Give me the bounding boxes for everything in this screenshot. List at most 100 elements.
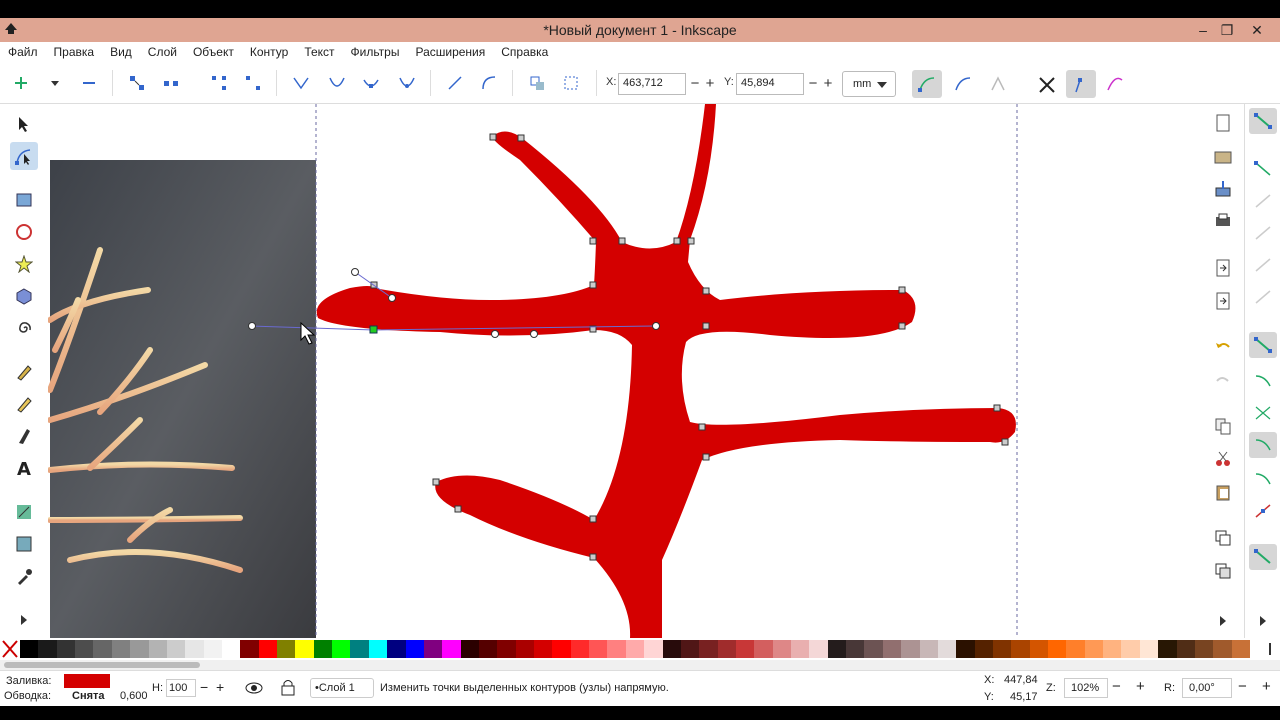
palette-swatch[interactable]	[791, 640, 810, 658]
palette-swatch[interactable]	[919, 640, 939, 658]
palette-swatch[interactable]	[38, 640, 58, 658]
palette-swatch[interactable]	[203, 640, 223, 658]
drawing-canvas[interactable]	[48, 104, 1188, 638]
menu-edit[interactable]: Правка	[46, 45, 103, 59]
symmetric-node-icon[interactable]	[360, 72, 382, 94]
gradient-tool-icon[interactable]	[10, 498, 38, 526]
delete-node-icon[interactable]	[78, 72, 100, 94]
palette-swatch[interactable]	[478, 640, 498, 658]
palette-swatch[interactable]	[1139, 640, 1159, 658]
undo-icon[interactable]	[1212, 336, 1234, 358]
new-document-icon[interactable]	[1212, 112, 1234, 134]
y-decrement-button[interactable]: −	[805, 73, 821, 95]
palette-scroll-icon[interactable]	[1264, 641, 1276, 657]
palette-swatch[interactable]	[442, 640, 462, 658]
show-transform-handles-toggle[interactable]	[1032, 70, 1062, 98]
palette-swatch[interactable]	[937, 640, 957, 658]
scrollbar-thumb[interactable]	[4, 662, 200, 668]
snap-intersections-icon[interactable]	[1249, 400, 1277, 426]
segment-line-icon[interactable]	[444, 72, 466, 94]
menu-text[interactable]: Текст	[296, 45, 342, 59]
palette-swatch[interactable]	[974, 640, 994, 658]
cusp-node-icon[interactable]	[290, 72, 312, 94]
break-path-icon[interactable]	[160, 72, 182, 94]
palette-swatch[interactable]	[827, 640, 847, 658]
palette-swatch[interactable]	[534, 640, 553, 658]
snap-bbox-corners-icon[interactable]	[1249, 220, 1277, 246]
opacity-input[interactable]: 100	[166, 679, 196, 697]
join-segment-icon[interactable]	[208, 72, 230, 94]
y-coordinate-input[interactable]: 45,894	[736, 73, 804, 95]
snap-enable-icon[interactable]	[1249, 108, 1277, 134]
smooth-node-icon[interactable]	[326, 72, 348, 94]
stroke-value[interactable]: Снята	[72, 690, 105, 702]
text-tool-icon[interactable]: A	[10, 454, 38, 482]
palette-swatch[interactable]	[295, 640, 315, 658]
palette-swatch[interactable]	[607, 640, 627, 658]
palette-swatch[interactable]	[313, 640, 333, 658]
palette-swatch[interactable]	[864, 640, 884, 658]
snap-bbox-edges-icon[interactable]	[1249, 188, 1277, 214]
toolbox-more-icon[interactable]	[10, 606, 38, 634]
maximize-button[interactable]: ❐	[1214, 20, 1240, 40]
palette-swatch[interactable]	[1103, 640, 1122, 658]
palette-swatch[interactable]	[1048, 640, 1067, 658]
paste-icon[interactable]	[1212, 481, 1234, 503]
palette-swatch[interactable]	[552, 640, 572, 658]
rotation-increment-button[interactable]: +	[1262, 678, 1271, 695]
calligraphy-tool-icon[interactable]	[10, 422, 38, 450]
palette-swatch[interactable]	[111, 640, 131, 658]
menu-extensions[interactable]: Расширения	[407, 45, 493, 59]
palette-swatch[interactable]	[221, 640, 241, 658]
show-handles-toggle[interactable]	[912, 70, 942, 98]
join-nodes-icon[interactable]	[126, 72, 148, 94]
palette-swatch[interactable]	[350, 640, 370, 658]
zoom-input[interactable]: 102%	[1064, 678, 1108, 698]
palette-swatch[interactable]	[882, 640, 902, 658]
palette-swatch[interactable]	[56, 640, 76, 658]
palette-swatch[interactable]	[1121, 640, 1141, 658]
snap-nodes-icon[interactable]	[1249, 332, 1277, 358]
palette-swatch[interactable]	[901, 640, 921, 658]
palette-swatch[interactable]	[185, 640, 205, 658]
palette-swatch[interactable]	[497, 640, 517, 658]
pencil-tool-icon[interactable]	[10, 390, 38, 418]
palette-swatch[interactable]	[1029, 640, 1049, 658]
horizontal-scrollbar[interactable]	[0, 660, 1280, 670]
snap-smooth-nodes-icon[interactable]	[1249, 466, 1277, 492]
palette-swatch[interactable]	[809, 640, 829, 658]
snap-paths-icon[interactable]	[1249, 368, 1277, 394]
palette-swatch[interactable]	[75, 640, 94, 658]
mesh-tool-icon[interactable]	[10, 530, 38, 558]
rotation-input[interactable]: 0,00°	[1182, 678, 1232, 698]
fill-swatch[interactable]	[64, 674, 110, 688]
x-coordinate-input[interactable]: 463,712	[618, 73, 686, 95]
cut-icon[interactable]	[1212, 448, 1234, 470]
snap-cusp-nodes-icon[interactable]	[1249, 432, 1277, 458]
palette-swatch[interactable]	[240, 640, 260, 658]
palette-swatch[interactable]	[589, 640, 608, 658]
palette-swatch[interactable]	[277, 640, 296, 658]
pen-tool-icon[interactable]	[10, 358, 38, 386]
rectangle-tool-icon[interactable]	[10, 186, 38, 214]
x-increment-button[interactable]: +	[702, 73, 718, 95]
insert-node-dropdown-icon[interactable]	[44, 72, 66, 94]
palette-swatch[interactable]	[166, 640, 186, 658]
layer-select[interactable]: •Слой 1	[310, 678, 374, 698]
palette-swatch[interactable]	[772, 640, 792, 658]
opacity-increment-button[interactable]: +	[216, 679, 224, 695]
snap-bbox-midpoints-icon[interactable]	[1249, 252, 1277, 278]
segment-curve-icon[interactable]	[478, 72, 500, 94]
snap-bbox-centers-icon[interactable]	[1249, 284, 1277, 310]
palette-swatch[interactable]	[93, 640, 113, 658]
layer-visibility-icon[interactable]	[244, 679, 264, 697]
reference-photo[interactable]	[50, 160, 316, 638]
palette-swatch[interactable]	[368, 640, 388, 658]
menu-layer[interactable]: Слой	[140, 45, 185, 59]
x-decrement-button[interactable]: −	[687, 73, 703, 95]
menu-file[interactable]: Файл	[0, 45, 46, 59]
close-button[interactable]: ✕	[1244, 20, 1270, 40]
commands-more-icon[interactable]	[1212, 610, 1234, 632]
menu-object[interactable]: Объект	[185, 45, 242, 59]
palette-swatch[interactable]	[1084, 640, 1104, 658]
